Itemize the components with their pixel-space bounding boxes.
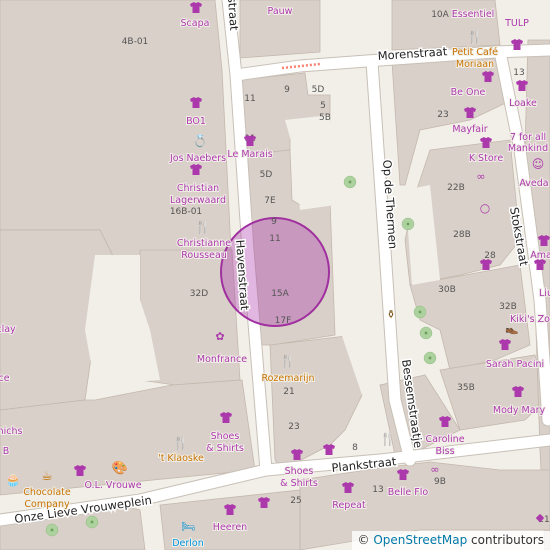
poi-label-shoes-shirts-2: & Shirts <box>206 443 244 454</box>
poi-label-derlon: Derlon <box>172 538 204 549</box>
house-number: 8 <box>352 443 358 453</box>
historic-marker-icon: ⚱ <box>386 308 395 321</box>
poi-label-7-for-all-2: Mankind <box>508 143 548 154</box>
poi-label-b-partial: B <box>3 446 10 457</box>
house-number: 32B <box>499 302 517 312</box>
poi-label-monfrance: Monfrance <box>197 354 247 365</box>
poi-label-pauw: Pauw <box>268 6 293 17</box>
poi-label-mody-mary: Mody Mary <box>493 405 546 416</box>
poi-label-chocolate-1: Chocolate <box>23 487 71 498</box>
house-number: 9 <box>284 85 290 95</box>
openstreetmap-link[interactable]: OpenStreetMap <box>373 533 467 547</box>
poi-label-caroline-biss-2: Biss <box>435 446 454 457</box>
poi-label-olv: O.L. Vrouwe <box>84 480 141 491</box>
cafe-icon[interactable]: ☕ <box>41 469 53 484</box>
optician-icon[interactable]: ∞ <box>430 463 439 476</box>
poi-label-christian-2: Lagerwaard <box>170 195 226 206</box>
poi-label-aveda: Aveda <box>519 178 548 189</box>
art-shop-icon[interactable]: 🎨 <box>112 459 128 476</box>
poi-label-be-one: Be One <box>451 87 486 98</box>
house-number: 35B <box>457 383 475 393</box>
restaurant-icon[interactable]: 🍴 <box>380 431 396 447</box>
jewelry-icon[interactable]: ○ <box>480 201 490 215</box>
restaurant-icon[interactable]: 🍴 <box>173 435 189 451</box>
attribution-contributors: contributors <box>467 533 544 547</box>
house-number: 15A <box>271 289 289 299</box>
house-number: 13 <box>513 68 524 78</box>
restaurant-icon[interactable]: 🍴 <box>467 29 483 45</box>
poi-label-k-store: K Store <box>469 153 504 164</box>
poi-label-rozemarijn: Rozemarijn <box>261 373 314 384</box>
hotel-icon[interactable]: 🛏 <box>181 520 195 533</box>
poi-label-heeren: Heeren <box>213 522 247 533</box>
poi-label-7-for-all-1: 7 for all <box>510 132 546 143</box>
house-number: 25 <box>290 496 301 506</box>
house-number: 11 <box>244 94 255 104</box>
poi-label-christianne-1: Christianne <box>177 238 231 249</box>
confectionery-icon[interactable]: 🧁 <box>6 473 21 487</box>
poi-label-ce-partial: ce <box>0 373 10 384</box>
optician-icon[interactable]: ∞ <box>476 170 485 183</box>
poi-label-christian-1: Christian <box>177 183 219 194</box>
house-number: 9B <box>434 477 446 487</box>
poi-label-petit-cafe-1: Petit Café <box>452 47 498 58</box>
poi-label-clay-partial: clay <box>0 324 16 335</box>
poi-label-shoes-shirts-1: Shoes <box>211 431 240 442</box>
poi-label-tulp: TULP <box>504 18 529 29</box>
house-number: 5B <box>319 113 331 123</box>
poi-label-loake: Loake <box>509 98 537 109</box>
attribution-copyright: © <box>357 533 374 547</box>
bag-icon[interactable]: ◆ <box>536 511 545 524</box>
poi-label-mayfair: Mayfair <box>452 124 487 135</box>
house-number: 4B-01 <box>122 37 149 47</box>
house-number: 5D <box>260 170 273 180</box>
house-number: 10A <box>431 10 449 20</box>
poi-label-sarah-pacini: Sarah Pacini <box>486 359 544 370</box>
house-number: 23 <box>288 422 299 432</box>
poi-label-le-marais: Le Marais <box>227 149 272 160</box>
poi-label-chocolate-2: Company <box>24 499 70 510</box>
poi-label-t-klaoske: 't Klaoske <box>158 453 204 464</box>
beauty-icon[interactable]: ☺ <box>532 157 545 171</box>
restaurant-icon[interactable]: 🍴 <box>195 219 211 235</box>
poi-label-petit-cafe-2: Moriaan <box>456 59 494 70</box>
poi-label-shoes-shirts2-1: Shoes <box>285 466 314 477</box>
poi-label-scapa: Scapa <box>181 18 210 29</box>
house-number: 28B <box>453 230 471 240</box>
restaurant-icon[interactable]: 🍴 <box>280 353 296 369</box>
house-number: 16B-01 <box>170 207 202 217</box>
house-number: 22B <box>447 183 465 193</box>
poi-label-christianne-2: Rousseau <box>181 250 227 261</box>
poi-label-caroline-biss-1: Caroline <box>425 434 464 445</box>
poi-label-essentiel: Essentiel <box>452 9 495 20</box>
map-attribution: © OpenStreetMap contributors <box>351 531 550 550</box>
poi-label-bo1: BO1 <box>186 116 206 127</box>
map-view[interactable]: ⚱ Havenstraat Morenstraat Op de Thermen … <box>0 0 550 550</box>
house-number: 7E <box>264 196 276 206</box>
poi-label-liu: Liu <box>539 288 550 299</box>
poi-label-belle-flo: Belle Flo <box>388 487 429 498</box>
house-number: 28 <box>484 251 496 261</box>
jewelry-icon[interactable]: 💍 <box>193 134 208 148</box>
poi-label-jos-naebers: Jos Naebers <box>169 153 226 164</box>
poi-label-nichs-partial: nichs <box>0 426 22 437</box>
poi-label-repeat: Repeat <box>332 500 366 511</box>
poi-label-shoes-shirts2-2: & Shirts <box>280 478 318 489</box>
house-number: 23 <box>437 110 448 120</box>
house-number: 30B <box>438 285 456 295</box>
house-number: 9 <box>271 217 277 227</box>
house-number: 17F <box>275 316 292 326</box>
street-label-straat-partial: straat <box>225 0 241 31</box>
house-number: 5 <box>320 101 326 111</box>
house-number: 32D <box>190 289 208 299</box>
house-number: 21 <box>283 387 294 397</box>
house-number: 5D <box>312 85 325 95</box>
poi-label-kikis: Kiki's Zo <box>510 314 550 325</box>
poi-label-amar: Amar <box>530 250 550 261</box>
house-number: 13 <box>372 485 383 495</box>
map-canvas[interactable]: ⚱ Havenstraat Morenstraat Op de Thermen … <box>0 0 550 550</box>
house-number: 11 <box>269 234 280 244</box>
cosmetics-icon[interactable]: ✿ <box>215 330 224 343</box>
